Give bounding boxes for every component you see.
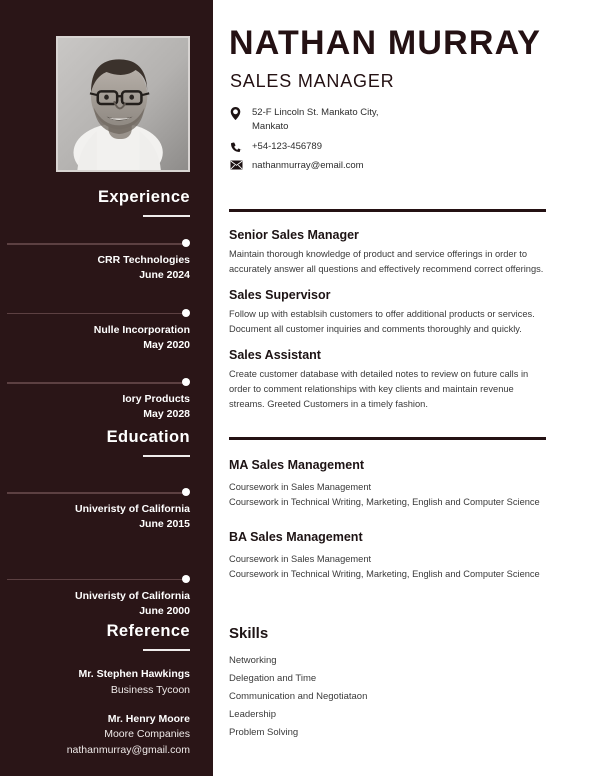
contact-phone[interactable]: +54-123-456789 xyxy=(252,140,322,154)
contact-email[interactable]: nathanmurray@email.com xyxy=(252,159,364,173)
page-title: NATHAN MURRAY xyxy=(229,24,542,62)
experience-date: June 2024 xyxy=(139,269,190,282)
envelope-icon xyxy=(230,159,252,170)
experience-item-body: Maintain thorough knowledge of product a… xyxy=(229,249,544,275)
skills-section: Skills Networking Delegation and Time Co… xyxy=(229,625,549,743)
timeline-line xyxy=(7,243,183,245)
experience-org: Nulle Incorporation xyxy=(93,323,190,336)
experience-item-title: Senior Sales Manager xyxy=(229,228,359,242)
education-item-title: MA Sales Management xyxy=(229,458,364,472)
timeline-dot xyxy=(182,239,190,248)
education-line-1: Coursework in Sales Management xyxy=(229,482,372,492)
timeline-dot xyxy=(182,308,190,317)
contact-address: 52-F Lincoln St. Mankato City, Mankato xyxy=(252,106,379,134)
timeline-line xyxy=(7,492,183,494)
timeline-line xyxy=(7,312,183,315)
contact-row-address: 52-F Lincoln St. Mankato City, Mankato xyxy=(230,106,530,134)
sidebar-reference-heading: Reference xyxy=(106,622,190,640)
timeline-marker xyxy=(7,574,190,584)
experience-date: May 2028 xyxy=(143,408,190,421)
timeline-marker xyxy=(7,239,190,248)
timeline-dot xyxy=(182,574,190,583)
education-date: June 2015 xyxy=(139,518,190,531)
education-date: June 2000 xyxy=(139,604,190,617)
resume-page: Experience CRR Technologies June 2024 Nu… xyxy=(0,0,600,776)
education-org: Univeristy of California xyxy=(75,503,190,516)
phone-icon xyxy=(230,140,252,153)
experience-section: Senior Sales Manager Maintain thorough k… xyxy=(229,228,549,423)
experience-item: Sales Assistant Create customer database… xyxy=(229,348,549,412)
reference-entry: Mr. Henry Moore Moore Companies nathanmu… xyxy=(0,712,190,759)
experience-item: Sales Supervisor Follow up with establsi… xyxy=(229,288,549,337)
reference-email[interactable]: nathanmurray@gmail.com xyxy=(0,743,190,759)
timeline-marker xyxy=(7,488,190,497)
avatar xyxy=(56,36,190,172)
experience-item-title: Sales Supervisor xyxy=(229,288,331,303)
education-org: Univeristy of California xyxy=(75,589,190,602)
job-title: SALES MANAGER xyxy=(230,71,395,91)
education-item: MA Sales Management Coursework in Sales … xyxy=(229,458,549,510)
education-item-body: Coursework in Sales Management Coursewor… xyxy=(229,480,549,510)
sidebar-education-entry: Univeristy of California June 2015 xyxy=(0,457,190,532)
timeline-marker xyxy=(7,378,190,387)
main-column: NATHAN MURRAY SALES MANAGER 52-F Lincoln… xyxy=(213,0,600,776)
divider-education xyxy=(229,437,546,440)
education-item-title: BA Sales Management xyxy=(229,530,363,545)
education-line-1: Coursework in Sales Management xyxy=(229,554,372,565)
education-line-2: Coursework in Technical Writing, Marketi… xyxy=(229,569,540,580)
sidebar-education-heading: Education xyxy=(106,428,190,446)
reference-detail: Business Tycoon xyxy=(110,683,190,696)
reference-detail: Moore Companies xyxy=(104,728,190,741)
skill-item: Leadership xyxy=(229,709,277,721)
contact-block: 52-F Lincoln St. Mankato City, Mankato +… xyxy=(230,106,530,179)
reference-name: Mr. Stephen Hawkings xyxy=(78,668,190,681)
education-line-2: Coursework in Technical Writing, Marketi… xyxy=(229,497,540,508)
timeline-line xyxy=(7,382,183,384)
experience-item: Senior Sales Manager Maintain thorough k… xyxy=(229,228,549,277)
skill-item: Problem Solving xyxy=(229,727,299,739)
location-pin-icon xyxy=(230,106,252,120)
experience-date: May 2020 xyxy=(143,338,190,351)
timeline-dot xyxy=(182,488,190,497)
reference-entry: Mr. Stephen Hawkings Business Tycoon xyxy=(0,667,190,699)
education-section: MA Sales Management Coursework in Sales … xyxy=(229,458,549,593)
timeline-dot xyxy=(182,378,190,387)
contact-row-email: nathanmurray@email.com xyxy=(230,159,530,173)
reference-name: Mr. Henry Moore xyxy=(107,712,190,725)
experience-item-title: Sales Assistant xyxy=(229,348,321,363)
address-line-1: 52-F Lincoln St. Mankato City, xyxy=(252,107,379,118)
sidebar-education-entry: Univeristy of California June 2000 xyxy=(0,533,190,619)
contact-row-phone: +54-123-456789 xyxy=(230,140,530,154)
skill-item: Communication and Negotiataon xyxy=(229,690,368,702)
experience-org: Iory Products xyxy=(122,393,190,406)
experience-item-body: Follow up with establsih customers to of… xyxy=(229,309,535,335)
education-item-body: Coursework in Sales Management Coursewor… xyxy=(229,552,549,582)
sidebar: Experience CRR Technologies June 2024 Nu… xyxy=(0,0,213,776)
divider-experience xyxy=(229,209,546,212)
skill-item: Networking xyxy=(229,654,277,666)
sidebar-experience-heading: Experience xyxy=(97,188,190,206)
profile-photo-illustration xyxy=(58,38,188,170)
sidebar-section-education: Education Univeristy of California June … xyxy=(0,428,213,619)
timeline-line xyxy=(7,578,183,581)
sidebar-experience-entry: CRR Technologies June 2024 xyxy=(0,217,190,283)
timeline-marker xyxy=(7,308,190,318)
address-line-2: Mankato xyxy=(252,120,289,132)
experience-item-body: Create customer database with detailed n… xyxy=(229,369,529,410)
sidebar-heading-rule xyxy=(143,649,190,652)
education-item: BA Sales Management Coursework in Sales … xyxy=(229,530,549,582)
sidebar-experience-entry: Nulle Incorporation May 2020 xyxy=(0,284,190,353)
sidebar-experience-entry: Iory Products May 2028 xyxy=(0,353,190,422)
sidebar-section-reference: Reference Mr. Stephen Hawkings Business … xyxy=(0,622,213,759)
skills-heading: Skills xyxy=(229,625,269,642)
sidebar-section-experience: Experience CRR Technologies June 2024 Nu… xyxy=(0,188,213,422)
skill-item: Delegation and Time xyxy=(229,672,317,684)
experience-org: CRR Technologies xyxy=(97,254,190,267)
